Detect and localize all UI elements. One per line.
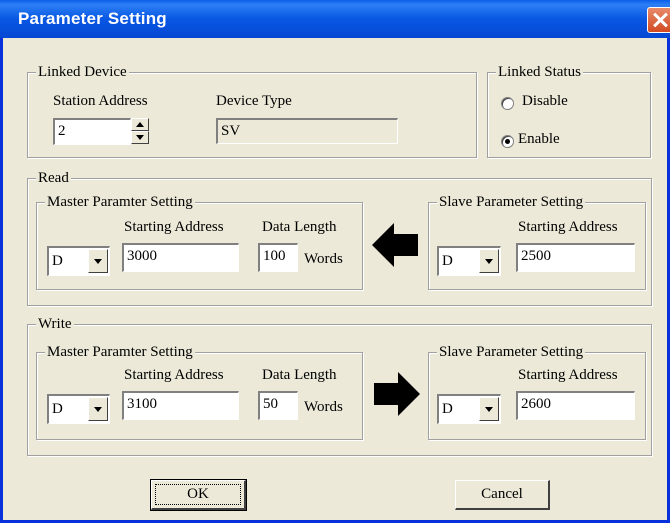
device-type-field: SV — [216, 118, 398, 144]
write-master-device-select[interactable]: D — [47, 394, 110, 424]
linked-device-legend: Linked Device — [36, 63, 129, 81]
read-master-legend: Master Paramter Setting — [45, 193, 195, 211]
write-master-data-length-label: Data Length — [262, 367, 337, 383]
device-type-label: Device Type — [216, 93, 292, 109]
write-master-legend: Master Paramter Setting — [45, 343, 195, 361]
enable-label[interactable]: Enable — [518, 130, 560, 148]
ok-button[interactable]: OK — [150, 479, 247, 511]
read-legend: Read — [36, 169, 71, 187]
read-slave-starting-address-input[interactable]: 2500 — [516, 243, 635, 272]
write-slave-device-select[interactable]: D — [437, 394, 501, 424]
read-slave-device-select[interactable]: D — [437, 246, 501, 276]
disable-label[interactable]: Disable — [522, 92, 568, 110]
read-master-starting-address-label: Starting Address — [124, 219, 224, 235]
chevron-down-icon[interactable] — [88, 249, 108, 273]
title-bar[interactable]: Parameter Setting — [0, 0, 670, 38]
station-address-spinner[interactable] — [131, 118, 149, 145]
spin-up-icon — [136, 122, 144, 127]
read-slave-starting-address-label: Starting Address — [518, 219, 618, 235]
read-master-unit-label: Words — [304, 251, 343, 267]
cancel-button[interactable]: Cancel — [455, 480, 550, 510]
read-master-starting-address-input[interactable]: 3000 — [122, 243, 239, 272]
write-master-starting-address-label: Starting Address — [124, 367, 224, 383]
disable-radio[interactable] — [501, 97, 514, 110]
read-master-data-length-input[interactable]: 100 — [258, 243, 298, 272]
window-title: Parameter Setting — [18, 9, 167, 28]
write-slave-legend: Slave Parameter Setting — [437, 343, 586, 361]
write-master-unit-label: Words — [304, 399, 343, 415]
linked-status-legend: Linked Status — [496, 63, 583, 81]
write-legend: Write — [36, 315, 74, 333]
read-slave-legend: Slave Parameter Setting — [437, 193, 586, 211]
close-icon[interactable] — [647, 7, 670, 33]
arrow-right-icon — [374, 372, 420, 416]
chevron-down-icon[interactable] — [88, 397, 108, 421]
write-master-starting-address-input[interactable]: 3100 — [122, 391, 239, 420]
read-master-data-length-label: Data Length — [262, 219, 337, 235]
enable-radio[interactable] — [501, 135, 514, 148]
write-master-data-length-input[interactable]: 50 — [258, 391, 298, 420]
read-master-device-select[interactable]: D — [47, 246, 110, 276]
station-address-label: Station Address — [53, 93, 148, 109]
write-slave-starting-address-input[interactable]: 2600 — [516, 391, 635, 420]
station-address-input[interactable]: 2 — [53, 118, 131, 145]
spin-down-button[interactable] — [131, 131, 149, 144]
chevron-down-icon[interactable] — [479, 249, 499, 273]
spin-up-button[interactable] — [131, 118, 149, 131]
arrow-left-icon — [372, 223, 418, 267]
linked-device-group: Linked Device — [27, 63, 477, 158]
chevron-down-icon[interactable] — [479, 397, 499, 421]
write-slave-starting-address-label: Starting Address — [518, 367, 618, 383]
spin-down-icon — [136, 135, 144, 140]
